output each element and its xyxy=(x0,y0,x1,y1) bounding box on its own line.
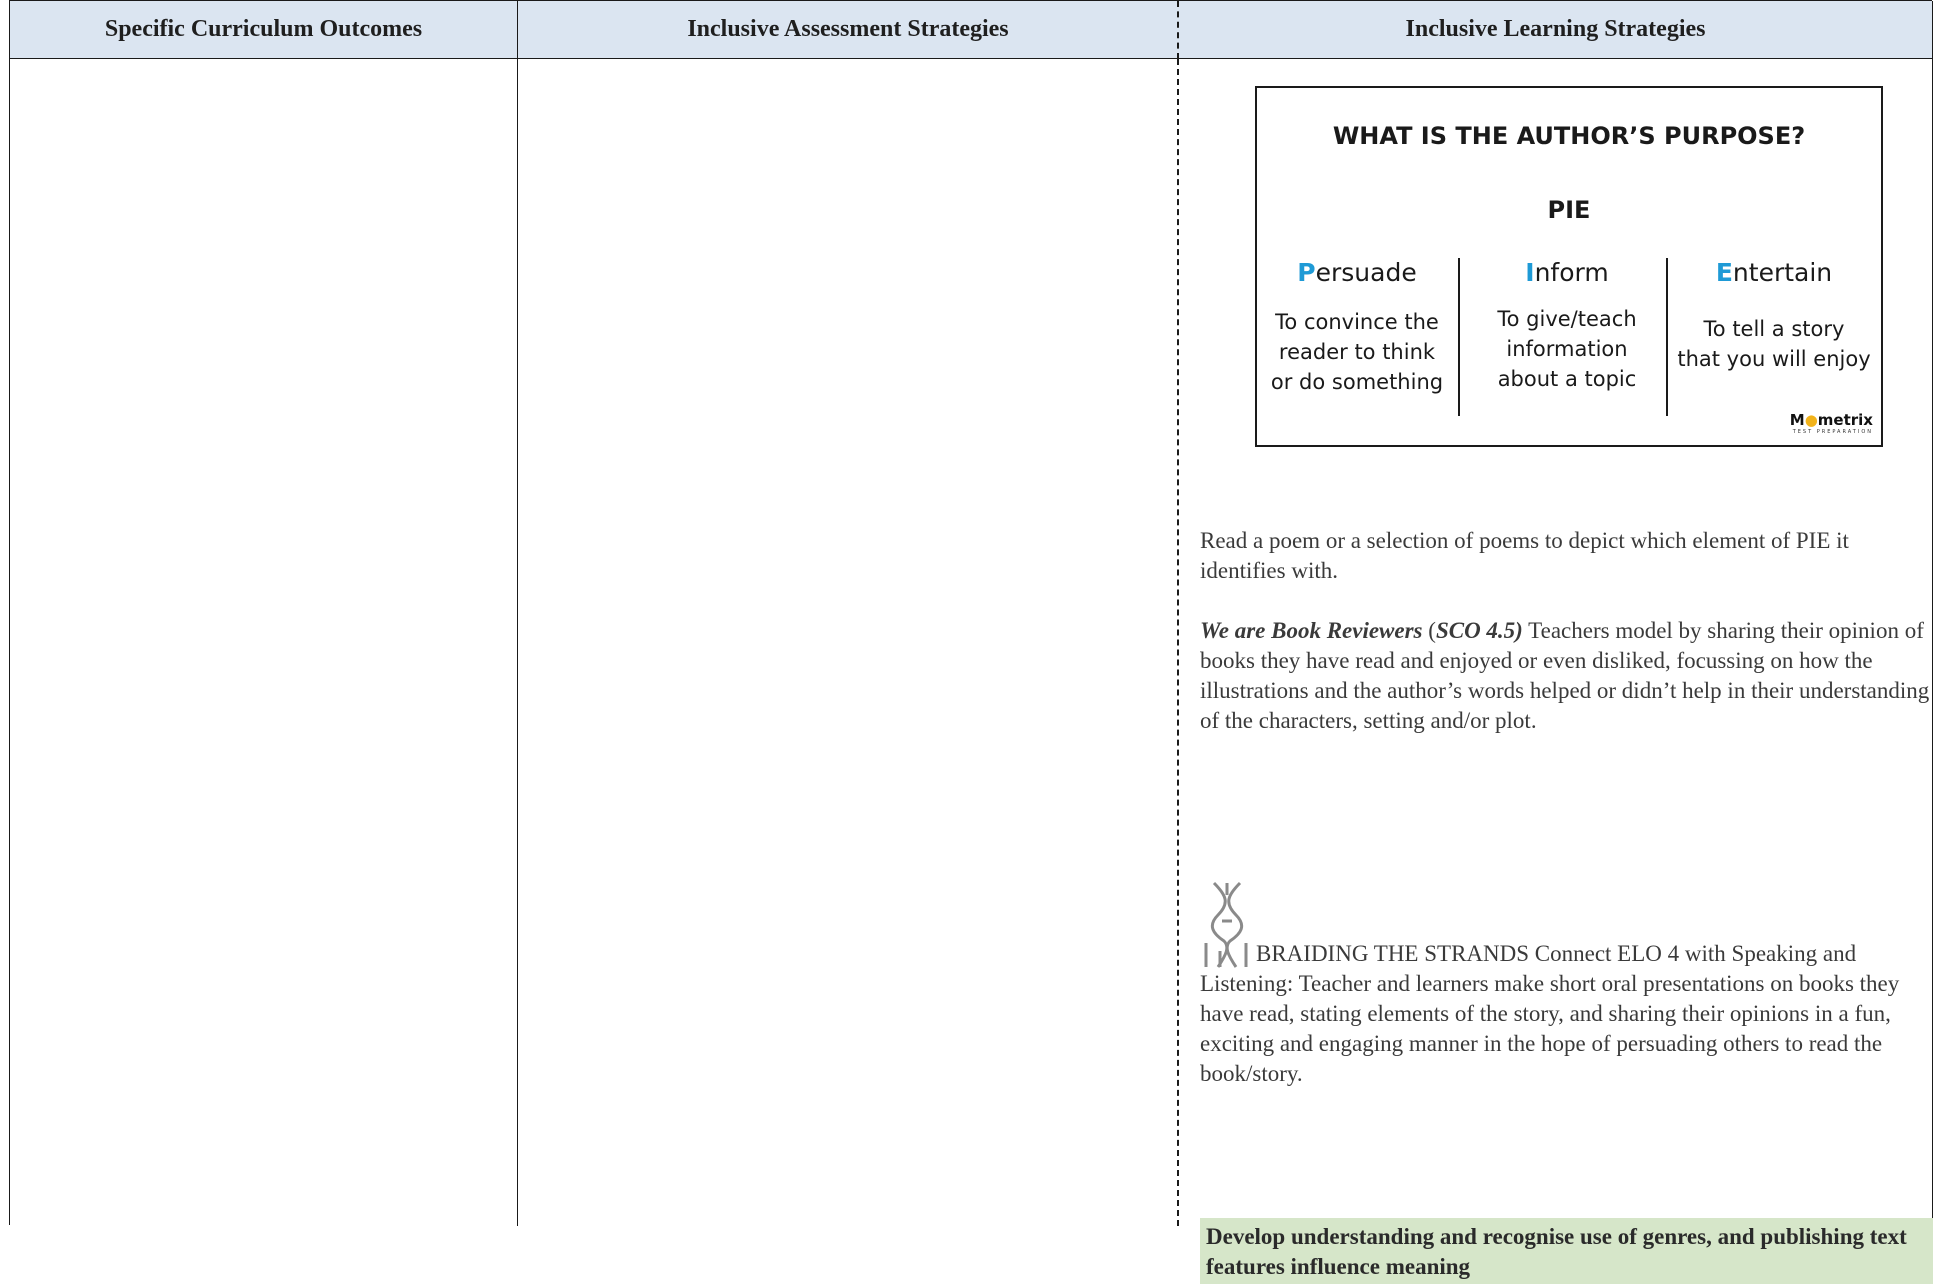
braiding-text: BRAIDING THE STRANDS Connect ELO 4 with … xyxy=(1200,941,1900,1086)
braiding-paragraph: BRAIDING THE STRANDS Connect ELO 4 with … xyxy=(1200,881,1930,1089)
curriculum-page: Specific Curriculum Outcomes Inclusive A… xyxy=(0,0,1933,1284)
pie-column-entertain: Entertain To tell a story that you will … xyxy=(1671,258,1877,374)
assessment-cell xyxy=(518,59,1178,1226)
pie-divider xyxy=(1458,258,1460,416)
outcomes-cell xyxy=(10,59,518,1226)
mometrix-logo: M●metrix TEST PREPARATION xyxy=(1790,411,1873,435)
inform-desc-line: information xyxy=(1506,337,1628,361)
book-reviewers-paragraph: We are Book Reviewers (SCO 4.5) Teachers… xyxy=(1200,618,1930,733)
logo-prefix: M xyxy=(1789,411,1805,429)
learning-strategies-cell: WHAT IS THE AUTHOR’S PURPOSE? PIE Persua… xyxy=(1177,59,1933,1284)
logo-circle-icon: ● xyxy=(1804,411,1818,429)
pie-title: WHAT IS THE AUTHOR’S PURPOSE? xyxy=(1332,122,1806,150)
persuade-initial: P xyxy=(1297,258,1316,287)
curriculum-table: Specific Curriculum Outcomes Inclusive A… xyxy=(9,0,1933,1284)
inform-desc-line: about a topic xyxy=(1497,367,1637,391)
inform-initial: I xyxy=(1525,258,1535,287)
braid-icon xyxy=(1204,881,1248,968)
logo-tagline: TEST PREPARATION xyxy=(1792,429,1873,435)
header-inclusive-learning-strategies: Inclusive Learning Strategies xyxy=(1177,1,1933,59)
poem-paragraph: Read a poem or a selection of poems to d… xyxy=(1200,528,1849,583)
pie-subtitle: PIE xyxy=(1547,196,1591,224)
pie-column-persuade: Persuade To convince the reader to think… xyxy=(1267,258,1447,397)
entertain-desc-line: To tell a story xyxy=(1703,317,1845,341)
persuade-desc-line: or do something xyxy=(1270,370,1444,394)
pie-divider xyxy=(1666,258,1668,416)
header-specific-curriculum-outcomes: Specific Curriculum Outcomes xyxy=(10,1,518,59)
persuade-desc-line: reader to think xyxy=(1278,340,1436,364)
inform-desc-line: To give/teach xyxy=(1497,307,1637,331)
header-inclusive-assessment-strategies: Inclusive Assessment Strategies xyxy=(518,1,1178,59)
pie-column-inform: Inform To give/teach information about a… xyxy=(1469,258,1665,394)
entertain-label: ntertain xyxy=(1732,258,1833,287)
sco-reference: SCO 4.5) xyxy=(1435,618,1523,643)
author-purpose-pie-graphic: WHAT IS THE AUTHOR’S PURPOSE? PIE Persua… xyxy=(1255,86,1883,447)
persuade-desc-line: To convince the xyxy=(1275,310,1439,334)
persuade-label: ersuade xyxy=(1315,258,1417,287)
genres-highlight: Develop understanding and recognise use … xyxy=(1200,1218,1933,1284)
logo-suffix: metrix xyxy=(1817,411,1873,429)
entertain-initial: E xyxy=(1715,258,1733,287)
book-reviewers-title: We are Book Reviewers xyxy=(1200,618,1423,643)
inform-label: nform xyxy=(1534,258,1609,287)
entertain-desc-line: that you will enjoy xyxy=(1677,347,1871,371)
